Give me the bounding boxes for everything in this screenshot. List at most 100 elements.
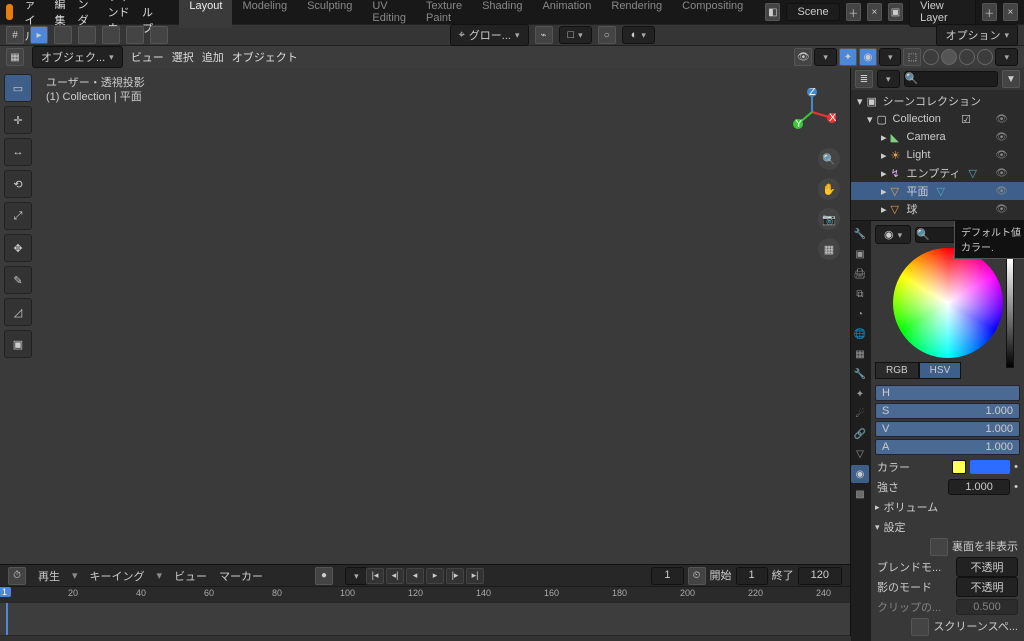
outliner-item-light[interactable]: ▸☀ Light👁 (851, 146, 1024, 164)
shading-dropdown[interactable] (995, 48, 1018, 66)
outliner-search[interactable]: 🔍 (904, 71, 998, 87)
timeline-menu-view[interactable]: ビュー (174, 568, 207, 584)
color-swatch[interactable] (952, 460, 966, 474)
clock-icon[interactable]: ⏲ (688, 567, 706, 585)
pan-icon[interactable]: ✋ (818, 178, 840, 200)
scene-name-field[interactable]: Scene (786, 3, 839, 21)
tool-transform[interactable]: ✥ (4, 234, 32, 262)
orientation-dropdown[interactable]: ⌖グロー... (450, 24, 529, 46)
tool-move[interactable]: ↔ (4, 138, 32, 166)
prop-tab-physics[interactable]: ☄ (851, 405, 869, 423)
outliner-filter-icon[interactable]: ▼ (1002, 70, 1020, 88)
overlay-dropdown[interactable] (879, 48, 902, 66)
section-settings[interactable]: 設定 (875, 517, 1020, 537)
mode-dropdown[interactable]: オブジェク... (32, 46, 123, 68)
prop-tab-mesh[interactable]: ▽ (851, 445, 869, 463)
selectable-toggle[interactable]: ▸ (30, 26, 48, 44)
color-bar[interactable] (970, 460, 1010, 474)
timeline-menu-marker[interactable]: マーカー (219, 568, 263, 584)
overlay-gizmo-icon[interactable]: ✦ (839, 48, 857, 66)
color-wheel[interactable] (893, 248, 1003, 358)
keyframe-prev-icon[interactable]: ◂| (386, 568, 404, 584)
outliner-scene-collection[interactable]: ▾▣ シーンコレクション (851, 92, 1024, 110)
mode-icon[interactable]: ▦ (6, 48, 24, 66)
screenspace-checkbox[interactable] (911, 618, 929, 636)
tool-rotate[interactable]: ⟲ (4, 170, 32, 198)
outliner-display-dropdown[interactable] (877, 70, 900, 88)
value-slider[interactable] (1006, 258, 1014, 368)
eye-icon[interactable]: 👁 (995, 150, 1008, 161)
autokey-icon[interactable]: ● (315, 567, 333, 585)
prop-tab-viewlayer[interactable]: ⧉ (851, 285, 869, 303)
shading-matprev-icon[interactable] (959, 49, 975, 65)
workspace-tab-animation[interactable]: Animation (532, 0, 601, 28)
workspace-tab-compositing[interactable]: Compositing (672, 0, 753, 28)
shading-solid-icon[interactable] (941, 49, 957, 65)
ortho-toggle-icon[interactable]: ▦ (818, 238, 840, 260)
nav-gizmo[interactable]: X Y Z (788, 88, 836, 136)
start-frame-field[interactable]: 1 (736, 567, 768, 585)
snap-icon[interactable]: ⌁ (535, 26, 553, 44)
timeline-track[interactable]: 1 (0, 603, 850, 635)
camera-view-icon[interactable]: 📷 (818, 208, 840, 230)
visibility-dropdown[interactable] (814, 48, 837, 66)
outliner-type-icon[interactable]: ≣ (855, 70, 873, 88)
visibility-icon[interactable]: 👁 (794, 48, 812, 66)
tool-annotate[interactable]: ✎ (4, 266, 32, 294)
viewlayer-icon[interactable]: ▣ (888, 3, 903, 21)
workspace-tab-sculpting[interactable]: Sculpting (297, 0, 362, 28)
prop-tab-texture[interactable]: ▩ (851, 485, 869, 503)
eye-icon[interactable]: 👁 (995, 204, 1008, 215)
outliner-item-camera[interactable]: ▸◣ Camera👁 (851, 128, 1024, 146)
workspace-tab-rendering[interactable]: Rendering (601, 0, 672, 28)
strength-field[interactable]: 1.000 (948, 479, 1010, 495)
eye-icon[interactable]: 👁 (995, 186, 1008, 197)
3d-viewport[interactable]: ▭ ✛ ↔ ⟲ ⤢ ✥ ✎ ◿ ▣ ユーザー・透視投影 (1) Collecti… (0, 68, 850, 636)
end-frame-field[interactable]: 120 (798, 567, 842, 585)
scene-new-icon[interactable]: ＋ (846, 3, 861, 21)
timeline-editor-icon[interactable]: ⏱ (8, 567, 26, 585)
add-menu[interactable]: 追加 (202, 49, 224, 65)
viewlayer-delete-icon[interactable]: × (1003, 3, 1018, 21)
outliner-item-sphere[interactable]: ▸▽ 球👁 (851, 200, 1024, 218)
tool-cursor[interactable]: ✛ (4, 106, 32, 134)
outliner-item-empty[interactable]: ▸↯ エンプティ▽👁 (851, 164, 1024, 182)
color-tab-hsv[interactable]: HSV (919, 362, 962, 379)
eye-icon[interactable]: 👁 (995, 168, 1008, 179)
options-dropdown[interactable]: オプション (936, 24, 1018, 46)
playhead[interactable]: 1 (6, 603, 8, 635)
prop-tab-material[interactable]: ◉ (851, 465, 869, 483)
proportional-icon[interactable]: ○ (598, 26, 616, 44)
prop-tab-world[interactable]: 🌐 (851, 325, 869, 343)
select-menu[interactable]: 選択 (172, 49, 194, 65)
tool-scale[interactable]: ⤢ (4, 202, 32, 230)
slider-s[interactable]: S1.000 (875, 403, 1020, 419)
play-icon[interactable]: ▸ (426, 568, 444, 584)
clip-value-field[interactable]: 0.500 (956, 599, 1018, 615)
timeline-menu-playback[interactable]: 再生 (38, 568, 60, 584)
gizmo-set-2[interactable] (78, 26, 96, 44)
eye-icon[interactable]: 👁 (995, 132, 1008, 143)
tool-addcube[interactable]: ▣ (4, 330, 32, 358)
color-tab-rgb[interactable]: RGB (875, 362, 919, 379)
object-menu[interactable]: オブジェクト (232, 49, 298, 65)
material-browse-icon[interactable]: ◉ (875, 225, 911, 244)
shading-rendered-icon[interactable] (977, 49, 993, 65)
blend-mode-dropdown[interactable]: 不透明 (956, 557, 1018, 577)
zoom-icon[interactable]: 🔍 (818, 148, 840, 170)
workspace-tab-modeling[interactable]: Modeling (232, 0, 297, 28)
gizmo-set-1[interactable] (54, 26, 72, 44)
gizmo-set-5[interactable] (150, 26, 168, 44)
current-frame-field[interactable]: 1 (651, 567, 683, 585)
shading-wireframe-icon[interactable] (923, 49, 939, 65)
prop-tab-tool[interactable]: 🔧 (851, 225, 869, 243)
gizmo-set-4[interactable] (126, 26, 144, 44)
timeline-ruler[interactable]: 020406080100120140160180200220240 (0, 587, 850, 603)
section-volume[interactable]: ボリューム (875, 497, 1020, 517)
link-icon[interactable]: • (1014, 461, 1018, 473)
slider-v[interactable]: V1.000 (875, 421, 1020, 437)
workspace-tab-layout[interactable]: Layout (179, 0, 232, 28)
prop-tab-output[interactable]: 🖨 (851, 265, 869, 283)
menu-edit[interactable]: 編集 (55, 0, 66, 28)
editor-type-icon[interactable]: # (6, 26, 24, 44)
